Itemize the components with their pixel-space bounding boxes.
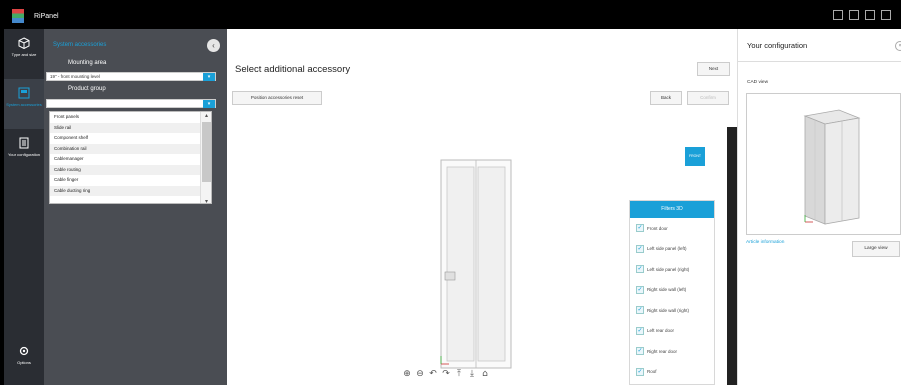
cad-preview[interactable] — [746, 93, 901, 235]
filters-3d-panel: Filters 3D ✓ Front door ✓ Left side panel … — [629, 200, 715, 385]
dropdown-item[interactable]: Slide rail — [50, 122, 211, 133]
filter-left-rear-door[interactable]: ✓ Left rear door — [630, 321, 714, 342]
restore-icon[interactable] — [849, 10, 859, 20]
accessories-icon — [18, 87, 30, 99]
dropdown-item[interactable]: Cable routing — [50, 164, 211, 175]
filter-label: Front door — [647, 225, 668, 231]
document-icon — [19, 137, 29, 149]
mounting-area-select[interactable]: 19" - front mounting level ▾ — [46, 72, 216, 81]
nav-label: Your configuration — [7, 152, 41, 157]
dropdown-item[interactable]: Front panels — [50, 112, 211, 123]
filter-right-side-wall-left[interactable]: ✓ Right side wall (left) — [630, 280, 714, 301]
confirm-button[interactable]: Confirm — [687, 91, 729, 105]
chevron-down-icon[interactable]: ▾ — [203, 100, 215, 108]
filter-label: Right rear door — [647, 348, 678, 354]
rotate-up-icon[interactable]: ⤒ — [454, 369, 464, 379]
close-icon[interactable]: × — [895, 41, 901, 51]
next-button[interactable]: Next — [697, 62, 730, 76]
cabinet-drawing — [440, 159, 512, 369]
filter-label: Right side wall (right) — [647, 307, 690, 313]
zoom-out-icon[interactable]: ⊖ — [415, 369, 425, 379]
checkbox-checked-icon[interactable]: ✓ — [636, 265, 644, 274]
nav-item-type-and-size[interactable]: Type and size — [4, 29, 44, 79]
cad-view-label: CAD view — [747, 80, 769, 85]
nav-label: Type and size — [11, 52, 37, 57]
checkbox-checked-icon[interactable]: ✓ — [636, 306, 644, 315]
app-title: RiPanel — [34, 12, 59, 20]
article-information-link[interactable]: Article information — [746, 240, 784, 245]
filter-label: Roof — [647, 369, 657, 375]
rotate-down-icon[interactable]: ⤓ — [467, 369, 477, 379]
checkbox-checked-icon[interactable]: ✓ — [636, 224, 644, 233]
minimize-icon[interactable] — [833, 10, 843, 20]
page-title: Select additional accessory — [235, 64, 351, 75]
nav-item-system-accessories[interactable]: System accessories — [4, 79, 44, 129]
filter-label: Left rear door — [647, 328, 675, 334]
configuration-panel: Your configuration × CAD view Article in… — [737, 29, 901, 385]
panel-header: System accessories — [53, 42, 107, 48]
product-group-select[interactable]: ▾ — [46, 99, 216, 108]
collapse-panel-button[interactable]: ‹ — [207, 39, 220, 52]
dropdown-item[interactable]: Cable finger — [50, 175, 211, 186]
gear-icon — [19, 346, 29, 356]
dropdown-item[interactable]: Component shelf — [50, 133, 211, 144]
zoom-in-icon[interactable]: ⊕ — [402, 369, 412, 379]
rotate-right-icon[interactable]: ↷ — [441, 369, 451, 379]
filter-left-side-panel-right[interactable]: ✓ Left side panel (right) — [630, 259, 714, 280]
maximize-icon[interactable] — [865, 10, 875, 20]
product-group-label: Product group — [68, 86, 106, 92]
window-controls — [833, 10, 891, 20]
reset-positions-button[interactable]: Position accessories reset — [232, 91, 322, 105]
filter-label: Left side panel (left) — [647, 246, 687, 252]
nav-sidebar: Type and size System accessories Your co… — [4, 29, 44, 385]
back-button[interactable]: Back — [650, 91, 682, 105]
chevron-down-icon[interactable]: ▾ — [201, 198, 211, 203]
filter-right-rear-door[interactable]: ✓ Right rear door — [630, 341, 714, 362]
scroll-thumb[interactable] — [202, 122, 211, 182]
filter-label: Right side wall (left) — [647, 287, 687, 293]
checkbox-checked-icon[interactable]: ✓ — [636, 326, 644, 335]
chevron-down-icon[interactable]: ▾ — [203, 73, 215, 81]
filter-roof[interactable]: ✓ Roof — [630, 362, 714, 383]
cabinet-3d-preview — [803, 109, 861, 225]
filters-header: Filters 3D — [630, 201, 714, 218]
rotate-left-icon[interactable]: ↶ — [428, 369, 438, 379]
app-logo-icon — [12, 9, 24, 23]
nav-item-your-configuration[interactable]: Your configuration — [4, 129, 44, 179]
filter-label: Left side panel (right) — [647, 266, 690, 272]
accessories-panel: System accessories ‹ Mounting area 19" -… — [44, 29, 227, 385]
large-view-button[interactable]: Large view — [852, 241, 900, 257]
mounting-area-label: Mounting area — [68, 60, 107, 66]
mounting-area-value: 19" - front mounting level — [50, 74, 100, 79]
chevron-up-icon[interactable]: ▴ — [201, 112, 211, 119]
view-cube-front[interactable]: FRONT — [685, 147, 705, 166]
dropdown-scrollbar[interactable]: ▴ ▾ — [200, 112, 211, 203]
configuration-title: Your configuration — [747, 41, 808, 50]
view-scrollbar[interactable] — [727, 127, 737, 385]
save-icon[interactable] — [881, 10, 891, 20]
nav-label: System accessories — [6, 102, 42, 107]
dropdown-item[interactable]: Cable ducting ring — [50, 185, 211, 196]
cube-icon — [18, 37, 30, 49]
divider — [738, 61, 901, 62]
filter-right-side-wall-right[interactable]: ✓ Right side wall (right) — [630, 300, 714, 321]
product-group-dropdown: Front panels Slide rail Component shelf … — [49, 111, 212, 204]
checkbox-checked-icon[interactable]: ✓ — [636, 347, 644, 356]
checkbox-checked-icon[interactable]: ✓ — [636, 244, 644, 253]
checkbox-checked-icon[interactable]: ✓ — [636, 367, 644, 376]
home-icon[interactable]: ⌂ — [480, 369, 490, 379]
nav-item-options[interactable]: Options — [4, 345, 44, 385]
view-toolbar: ⊕ ⊖ ↶ ↷ ⤒ ⤓ ⌂ — [402, 369, 490, 379]
dropdown-item[interactable]: Cablemanager — [50, 154, 211, 165]
nav-label: Options — [17, 360, 31, 365]
title-bar: RiPanel — [4, 4, 897, 28]
cabinet-3d-view[interactable] — [439, 159, 513, 369]
checkbox-checked-icon[interactable]: ✓ — [636, 285, 644, 294]
filter-front-door[interactable]: ✓ Front door — [630, 218, 714, 239]
main-content: Select additional accessory Next Positio… — [227, 29, 737, 385]
filter-left-side-panel-left[interactable]: ✓ Left side panel (left) — [630, 239, 714, 260]
dropdown-item[interactable]: Combination rail — [50, 143, 211, 154]
